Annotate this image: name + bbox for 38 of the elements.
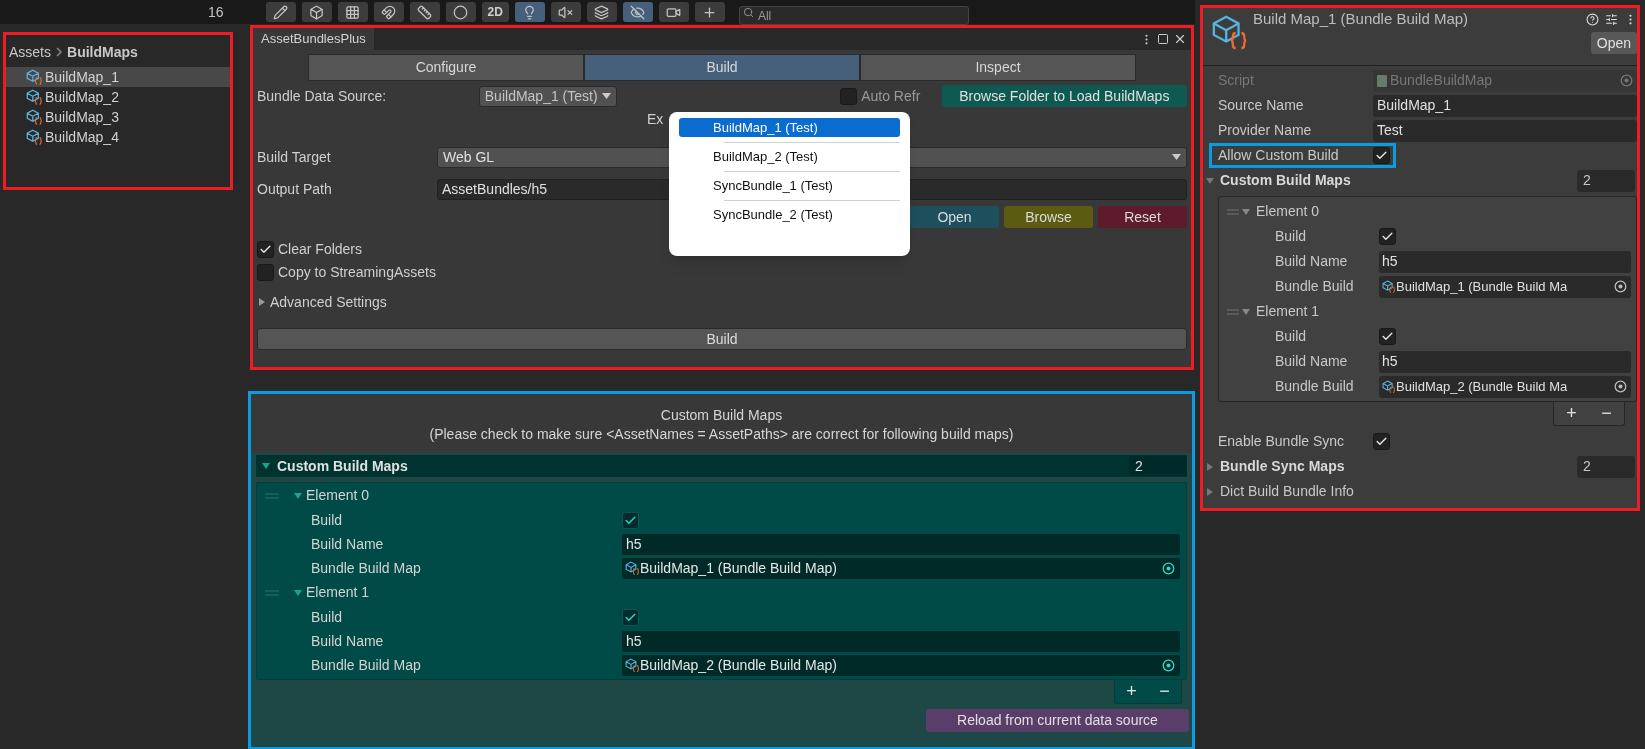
field-label: Build Name <box>311 534 385 554</box>
checkbox-label: Clear Folders <box>278 239 363 259</box>
field-label: Allow Custom Build <box>1218 146 1340 165</box>
asset-name: BuildMap_4 <box>45 127 119 147</box>
object-value: BuildMap_2 (Bundle Build Ma <box>1396 377 1568 396</box>
inspector-title: Build Map_1 (Bundle Build Map) <box>1253 8 1469 29</box>
field-label: Source Name <box>1218 96 1305 115</box>
field-label: Build Name <box>311 631 385 651</box>
field-label: Enable Bundle Sync <box>1218 432 1346 451</box>
field-label: Build Name <box>1275 352 1349 371</box>
object-value: BuildMap_2 (Bundle Build Map) <box>640 655 837 675</box>
field-label: Build <box>311 607 344 627</box>
field-label: Bundle Build Map <box>311 558 422 578</box>
checkbox-label: Auto Refr <box>861 86 922 106</box>
visibility-count: 16 <box>208 2 224 22</box>
field-label: Build <box>311 510 344 530</box>
script-field: BundleBuildMap <box>1373 69 1637 92</box>
field-label: Provider Name <box>1218 121 1313 140</box>
field-label: Output Path <box>257 179 333 199</box>
object-value: BuildMap_1 (Bundle Build Ma <box>1396 277 1568 296</box>
checkbox-label: Copy to StreamingAssets <box>278 262 436 282</box>
asset-name: BuildMap_3 <box>45 107 119 127</box>
object-value: BuildMap_1 (Bundle Build Map) <box>640 558 837 578</box>
asset-name: BuildMap_2 <box>45 87 119 107</box>
panel-note: (Please check to make sure <AssetNames = AssetPaths> are correct for following build maps) <box>429 425 1014 444</box>
field-label: Bundle Build <box>1275 377 1355 396</box>
field-label: Bundle Data Source: <box>257 86 388 106</box>
field-label: Build Target <box>257 147 332 167</box>
field-label: Script <box>1218 71 1255 90</box>
field-label: Build <box>1275 327 1308 346</box>
panel-title: Custom Build Maps <box>660 406 783 425</box>
field-label: Bundle Build <box>1275 277 1355 296</box>
field-label: Build Name <box>1275 252 1349 271</box>
list-title: Custom Build Maps <box>277 456 408 476</box>
field-label: Build <box>1275 227 1308 246</box>
field-label: Bundle Build Map <box>311 655 422 675</box>
asset-name: BuildMap_1 <box>45 67 119 87</box>
export-label: Ex <box>647 109 664 129</box>
